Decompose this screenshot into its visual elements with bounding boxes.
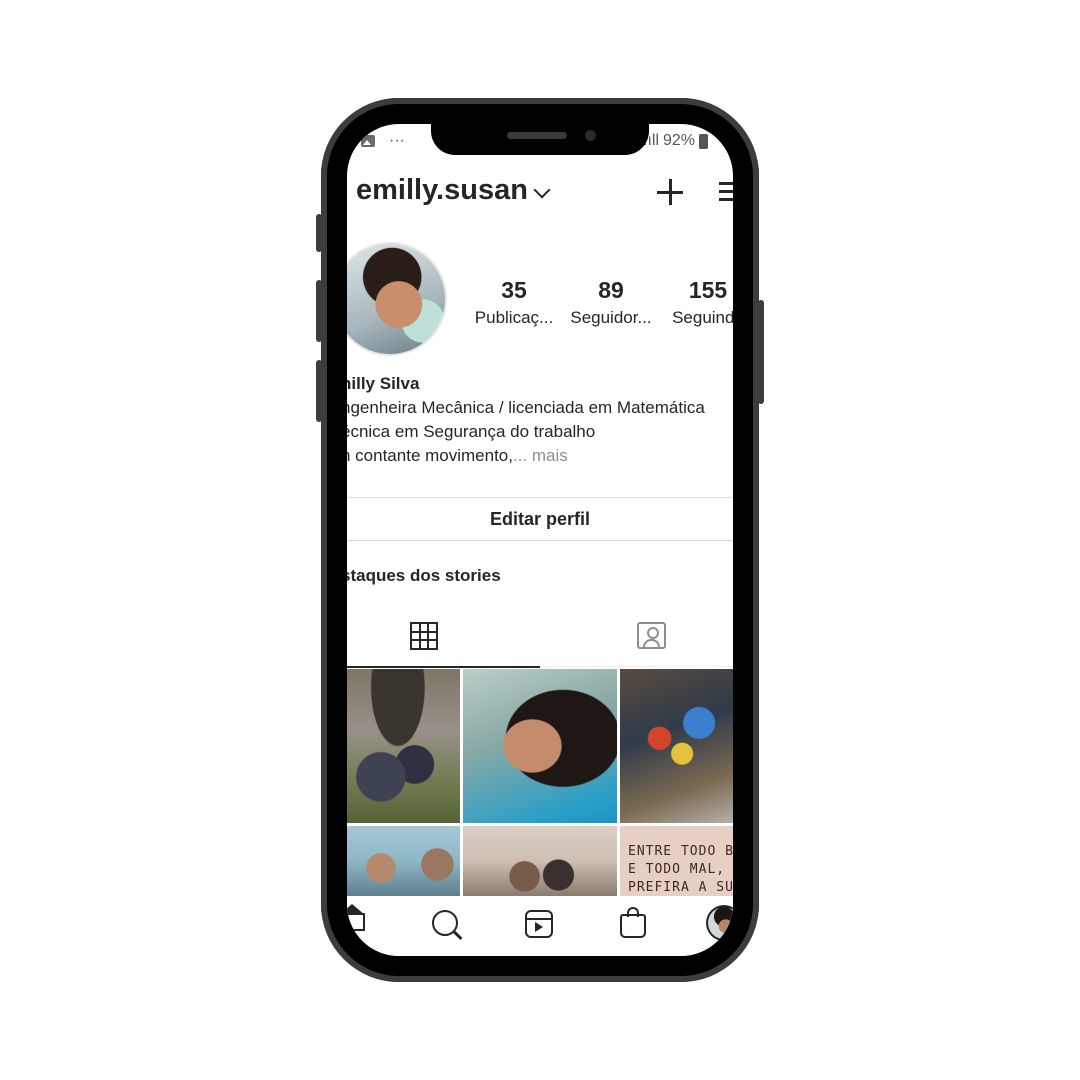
front-camera	[585, 130, 596, 141]
profile-display-name: nilly Silva	[347, 374, 420, 393]
phone-volume-up-button	[316, 280, 322, 342]
grid-photo-5[interactable]	[463, 826, 617, 896]
grid-photo-4[interactable]	[347, 826, 460, 896]
stat-posts-label: Publicaç...	[474, 308, 554, 327]
bio-line-2: écnica em Segurança do trabalho	[347, 422, 596, 441]
photo-6-text-line-3: PREFIRA A SUA	[628, 880, 733, 895]
status-more-dots: ···	[389, 132, 405, 149]
status-bar-right: .ıll 92%	[643, 132, 709, 150]
home-icon[interactable]	[347, 913, 365, 931]
phone-volume-down-button	[316, 360, 322, 422]
profile-username[interactable]: emilly.susan	[356, 174, 528, 207]
grid-photo-1[interactable]	[347, 669, 460, 823]
phone-side-button	[316, 214, 322, 252]
tab-tagged[interactable]	[540, 612, 733, 667]
story-highlights-title[interactable]: staques dos stories	[347, 566, 501, 586]
photo-6-text-line-2: E TODO MAL,	[628, 862, 726, 877]
stat-posts-count: 35	[501, 277, 527, 303]
grid-photo-2[interactable]	[463, 669, 617, 823]
profile-avatar[interactable]	[347, 244, 445, 354]
bio-more-link[interactable]: ... mais	[513, 446, 568, 465]
stat-followers-count: 89	[598, 277, 624, 303]
battery-percent: 92%	[663, 132, 696, 149]
tab-posts-grid[interactable]	[347, 612, 540, 668]
stat-followers-label: Seguidor...	[570, 308, 652, 327]
battery-icon	[699, 133, 709, 149]
bottom-navigation	[347, 896, 733, 956]
profile-tab-avatar[interactable]	[708, 907, 733, 939]
image-notification-icon	[361, 135, 375, 147]
stat-following-count: 155	[688, 277, 728, 303]
bio-line-1: ngenheira Mecânica / licenciada em Matem…	[347, 398, 705, 417]
bio-line-3-text: n contante movimento,	[347, 446, 513, 465]
search-icon-handle[interactable]	[453, 930, 463, 940]
reels-icon[interactable]	[525, 910, 553, 938]
status-bar-left: ···	[361, 132, 405, 150]
shop-bag-icon[interactable]	[620, 907, 646, 938]
phone-power-button	[758, 300, 764, 404]
grid-icon	[410, 622, 438, 650]
speaker-grille	[507, 132, 567, 139]
grid-photo-3[interactable]	[620, 669, 733, 823]
stat-posts[interactable]: 35 Publicaç...	[464, 277, 564, 328]
new-post-plus-icon[interactable]	[657, 179, 683, 205]
stat-followers[interactable]: 89 Seguidor...	[561, 277, 661, 328]
bio-line-3: n contante movimento,... mais	[347, 446, 568, 466]
grid-photo-6[interactable]: ENTRE TODO BEM E TODO MAL, PREFIRA A SUA	[620, 826, 733, 896]
menu-hamburger-icon[interactable]	[719, 180, 733, 204]
photo-6-text-line-1: ENTRE TODO BEM	[628, 844, 733, 859]
stat-following[interactable]: 155 Seguindo	[658, 277, 733, 328]
tagged-person-icon	[637, 622, 666, 649]
phone-screen: ··· .ıll 92% emilly.susan 35 Publicaç...…	[347, 124, 733, 956]
stat-following-label: Seguindo	[672, 308, 733, 327]
chevron-down-icon[interactable]	[533, 181, 551, 199]
phone-notch	[431, 118, 649, 155]
edit-profile-button[interactable]: Editar perfil	[347, 497, 733, 541]
